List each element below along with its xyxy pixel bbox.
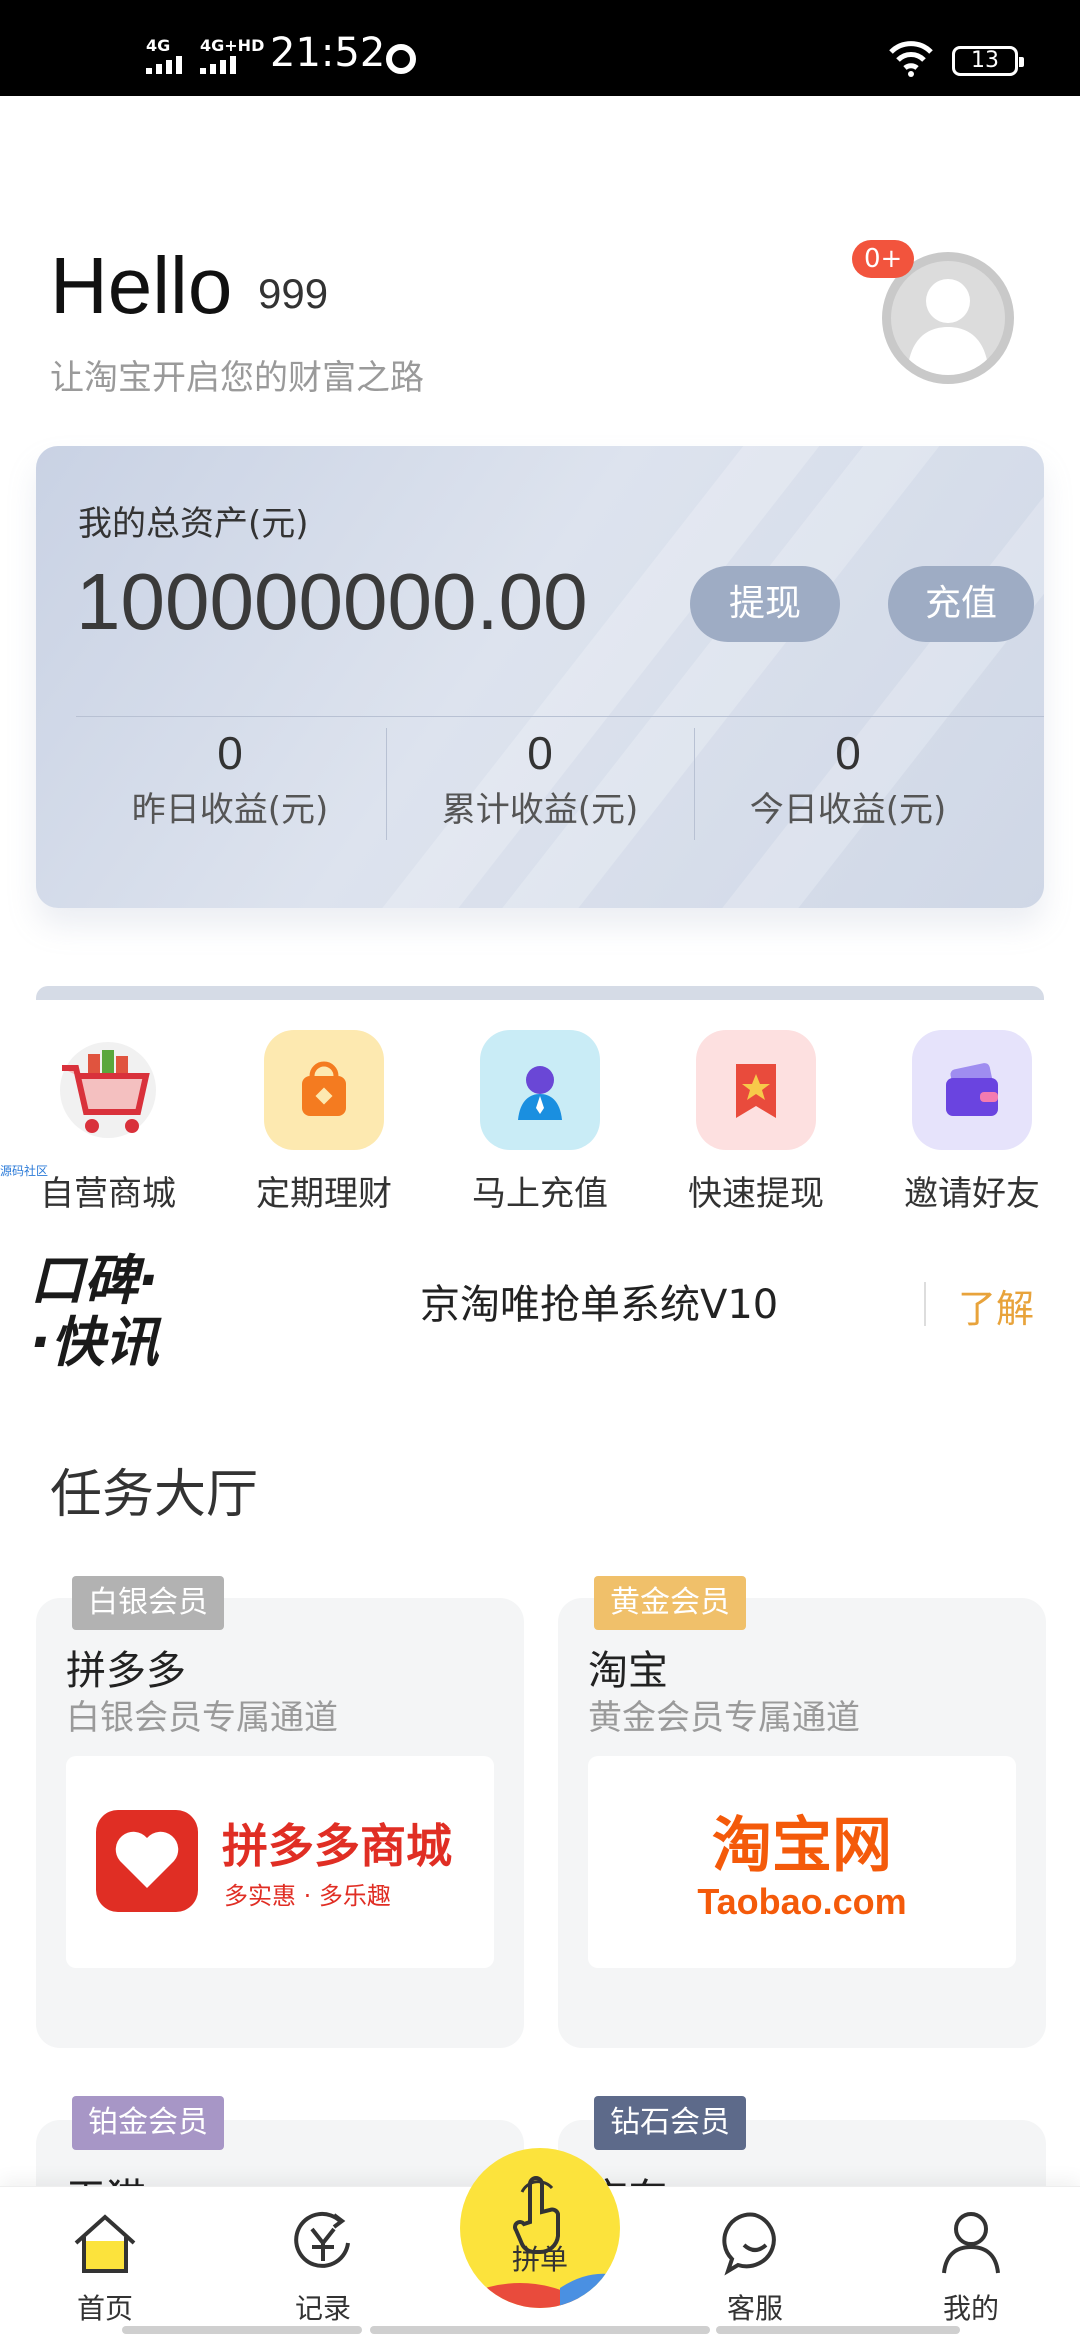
section-title: 任务大厅 xyxy=(50,1465,259,1525)
svg-text:淘宝网: 淘宝网 xyxy=(712,1811,892,1881)
clock: 21:52 xyxy=(270,30,386,76)
quick-action-label: 马上充值 xyxy=(472,1174,608,1214)
signal-icon xyxy=(146,56,182,74)
nav-service[interactable]: 客服 xyxy=(680,2207,830,2327)
task-name: 拼多多 xyxy=(66,1648,186,1694)
svg-text:拼多多商城: 拼多多商城 xyxy=(222,1819,452,1873)
quick-action-recharge[interactable]: 马上充值 xyxy=(440,1030,640,1215)
pin-label: 拼单 xyxy=(511,2243,568,2276)
withdraw-button[interactable]: 提现 xyxy=(690,566,840,642)
divider xyxy=(76,716,1044,717)
nav-home[interactable]: 首页 xyxy=(30,2207,180,2327)
task-card-taobao[interactable]: 淘宝 黄金会员专属通道 淘宝网 Taobao.com xyxy=(558,1598,1046,2048)
gesture-bar xyxy=(122,2326,362,2334)
bookmark-star-icon xyxy=(696,1030,816,1150)
stat-value: 0 xyxy=(527,727,553,779)
pinduoduo-logo: 拼多多商城 多实惠 · 多乐趣 xyxy=(66,1756,494,1968)
taobao-logo: 淘宝网 Taobao.com xyxy=(588,1756,1016,1968)
task-desc: 白银会员专属通道 xyxy=(66,1698,338,1738)
signal-icon-2 xyxy=(200,56,236,74)
gesture-bar xyxy=(716,2326,960,2334)
wallet-icon xyxy=(912,1030,1032,1150)
stat-today: 0 今日收益(元) xyxy=(698,726,998,831)
quick-action-mall[interactable]: 自营商城 xyxy=(8,1030,208,1215)
member-tag-diamond: 钻石会员 xyxy=(594,2096,746,2150)
quick-action-invite[interactable]: 邀请好友 xyxy=(872,1030,1072,1215)
stat-label: 今日收益(元) xyxy=(749,790,947,830)
stat-yesterday: 0 昨日收益(元) xyxy=(80,726,380,831)
orange-bag-icon xyxy=(264,1030,384,1150)
svg-text:多实惠 · 多乐趣: 多实惠 · 多乐趣 xyxy=(224,1882,391,1910)
stat-value: 0 xyxy=(217,727,243,779)
divider xyxy=(924,1282,926,1326)
nav-mine[interactable]: 我的 xyxy=(896,2207,1046,2327)
asset-card: 我的总资产(元) 100000000.00 提现 充值 0 昨日收益(元) 0 … xyxy=(36,446,1044,908)
task-card-pinduoduo[interactable]: 拼多多 白银会员专属通道 拼多多商城 多实惠 · 多乐趣 xyxy=(36,1598,524,2048)
chat-bubble-icon xyxy=(720,2207,790,2277)
stat-label: 累计收益(元) xyxy=(441,790,639,830)
nav-label: 我的 xyxy=(942,2292,999,2325)
recharge-button[interactable]: 充值 xyxy=(888,566,1034,642)
yuan-record-icon xyxy=(288,2207,358,2277)
shopping-cart-icon xyxy=(48,1030,168,1150)
stat-cumulative: 0 累计收益(元) xyxy=(390,726,690,831)
tap-hand-icon xyxy=(460,2176,620,2308)
divider xyxy=(386,728,387,840)
quick-action-label: 邀请好友 xyxy=(904,1174,1040,1214)
quick-action-withdraw[interactable]: 快速提现 xyxy=(656,1030,856,1215)
nav-label: 记录 xyxy=(294,2292,351,2325)
pin-order-button[interactable]: 拼单 xyxy=(460,2148,620,2308)
task-name: 淘宝 xyxy=(588,1648,668,1694)
stat-label: 昨日收益(元) xyxy=(131,790,329,830)
news-more-link[interactable]: 了解 xyxy=(958,1278,1034,1333)
svg-text:Taobao.com: Taobao.com xyxy=(697,1881,906,1922)
subtitle: 让淘宝开启您的财富之路 xyxy=(50,358,424,398)
gesture-bar xyxy=(370,2326,710,2334)
wifi-icon xyxy=(889,41,933,77)
person-icon xyxy=(480,1030,600,1150)
member-tag-platinum: 铂金会员 xyxy=(72,2096,224,2150)
greeting: Hello xyxy=(50,241,233,330)
stat-value: 0 xyxy=(835,727,861,779)
notification-icon xyxy=(386,44,416,74)
network-label: 4G xyxy=(146,36,171,55)
news-logo-line: ·快讯 xyxy=(30,1311,159,1374)
news-logo-line: 口碑· xyxy=(30,1249,159,1312)
nav-label: 客服 xyxy=(726,2292,783,2325)
status-bar: 4G 4G+HD 21:52 13 xyxy=(0,0,1080,96)
divider xyxy=(694,728,695,840)
news-logo: 口碑· ·快讯 xyxy=(30,1250,159,1374)
task-desc: 黄金会员专属通道 xyxy=(588,1698,860,1738)
total-asset-label: 我的总资产(元) xyxy=(78,504,309,544)
user-silhouette-icon xyxy=(907,279,989,375)
member-tag-gold: 黄金会员 xyxy=(594,1576,746,1630)
user-icon xyxy=(936,2207,1006,2277)
battery-icon: 13 xyxy=(952,46,1024,76)
network-label-2: 4G+HD xyxy=(200,36,265,55)
home-icon xyxy=(70,2207,140,2277)
card-peek xyxy=(36,986,1044,1000)
nav-records[interactable]: 记录 xyxy=(248,2207,398,2327)
total-asset-value: 100000000.00 xyxy=(76,557,588,646)
watermark-link[interactable]: 源码社区 xyxy=(0,1162,48,1179)
username: 999 xyxy=(258,270,329,317)
quick-action-label: 定期理财 xyxy=(256,1174,392,1214)
news-headline[interactable]: 京淘唯抢单系统V10 xyxy=(420,1272,778,1330)
member-tag-silver: 白银会员 xyxy=(72,1576,224,1630)
quick-action-label: 快速提现 xyxy=(688,1174,824,1214)
nav-label: 首页 xyxy=(76,2292,133,2325)
notification-badge: 0+ xyxy=(852,240,915,278)
quick-action-finance[interactable]: 定期理财 xyxy=(224,1030,424,1215)
